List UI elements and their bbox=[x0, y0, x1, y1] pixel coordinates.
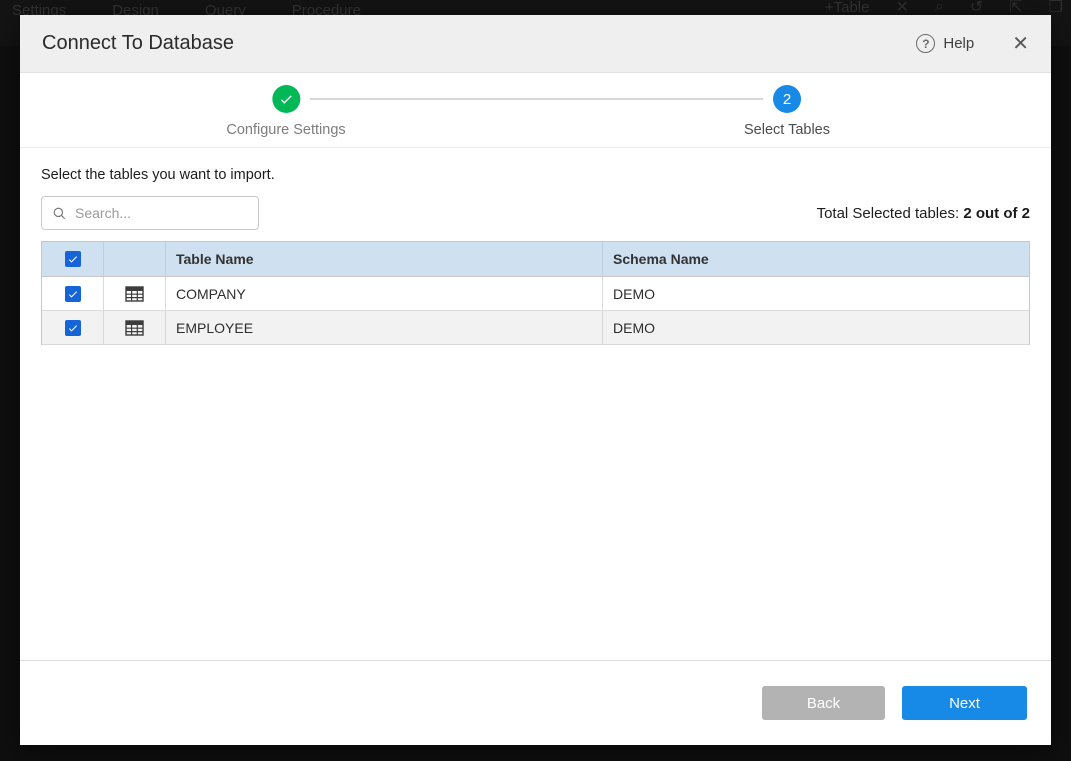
icon-column-header bbox=[104, 242, 166, 276]
select-all-checkbox[interactable] bbox=[65, 251, 81, 267]
search-icon bbox=[52, 206, 67, 221]
step1-complete-icon bbox=[272, 85, 300, 113]
table-name-cell: COMPANY bbox=[166, 277, 603, 310]
next-button[interactable]: Next bbox=[902, 686, 1027, 720]
dialog-title: Connect To Database bbox=[42, 32, 234, 55]
summary-prefix: Total Selected tables: bbox=[817, 205, 964, 222]
table-name-header: Table Name bbox=[166, 242, 603, 276]
table-name-cell: EMPLOYEE bbox=[166, 311, 603, 344]
table-header-row: Table Name Schema Name bbox=[42, 242, 1029, 277]
close-icon[interactable]: ✕ bbox=[1012, 34, 1029, 54]
help-button[interactable]: ? Help bbox=[916, 34, 974, 53]
step-select-tables: 2 Select Tables bbox=[744, 85, 830, 138]
step2-number-badge: 2 bbox=[773, 85, 801, 113]
check-icon bbox=[278, 91, 294, 107]
help-label: Help bbox=[943, 35, 974, 52]
connect-to-database-dialog: Connect To Database ? Help ✕ Configure S… bbox=[20, 15, 1051, 745]
instruction-text: Select the tables you want to import. bbox=[41, 167, 1030, 183]
search-box bbox=[41, 196, 259, 230]
wizard-stepper: Configure Settings 2 Select Tables bbox=[20, 73, 1051, 148]
table-icon bbox=[125, 286, 144, 302]
table-row[interactable]: COMPANY DEMO bbox=[42, 277, 1029, 311]
step2-label: Select Tables bbox=[744, 122, 830, 138]
dialog-header: Connect To Database ? Help ✕ bbox=[20, 15, 1051, 73]
tables-list: Table Name Schema Name bbox=[41, 241, 1030, 345]
step-connector-line bbox=[310, 98, 763, 100]
selected-tables-summary: Total Selected tables: 2 out of 2 bbox=[817, 205, 1030, 222]
search-input[interactable] bbox=[75, 205, 248, 221]
table-icon bbox=[125, 320, 144, 336]
dialog-body: Select the tables you want to import. To… bbox=[20, 148, 1051, 660]
dialog-footer: Back Next bbox=[20, 660, 1051, 745]
check-icon bbox=[67, 253, 79, 265]
check-icon bbox=[67, 322, 79, 334]
table-row[interactable]: EMPLOYEE DEMO bbox=[42, 311, 1029, 345]
row-checkbox[interactable] bbox=[65, 286, 81, 302]
schema-name-header: Schema Name bbox=[603, 242, 1029, 276]
back-button[interactable]: Back bbox=[762, 686, 885, 720]
check-icon bbox=[67, 288, 79, 300]
step1-label: Configure Settings bbox=[226, 122, 345, 138]
summary-value: 2 out of 2 bbox=[963, 205, 1030, 222]
step-configure-settings[interactable]: Configure Settings bbox=[226, 85, 345, 138]
schema-name-cell: DEMO bbox=[603, 311, 1029, 344]
help-icon: ? bbox=[916, 34, 935, 53]
row-checkbox[interactable] bbox=[65, 320, 81, 336]
schema-name-cell: DEMO bbox=[603, 277, 1029, 310]
